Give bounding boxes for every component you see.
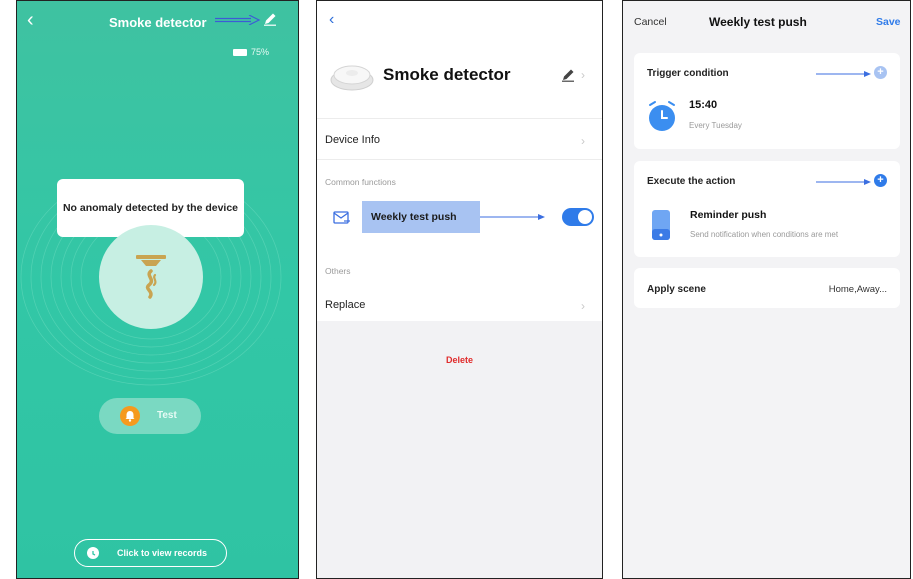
replace-label: Replace (325, 299, 366, 311)
add-condition-icon[interactable]: + (874, 66, 887, 79)
apply-scene-value: Home,Away... (828, 284, 887, 295)
clock-icon (87, 547, 99, 559)
weekly-test-push-item[interactable]: Weekly test push (362, 201, 480, 233)
divider (317, 159, 602, 160)
annotation-arrow-icon (480, 214, 545, 220)
chevron-right-icon: › (581, 299, 585, 313)
phone-notification-icon (652, 210, 670, 240)
apply-scene-label: Apply scene (647, 284, 706, 295)
smoke-detector-icon (136, 255, 166, 299)
device-name: Smoke detector (383, 65, 511, 84)
weekly-test-toggle[interactable] (562, 208, 594, 226)
toggle-knob (578, 210, 592, 224)
annotation-arrow-icon (816, 71, 871, 77)
test-button[interactable]: Test (99, 398, 201, 434)
view-records-button[interactable]: Click to view records (74, 539, 227, 567)
mail-icon (333, 211, 350, 224)
common-functions-header: Common functions (325, 177, 396, 187)
trigger-time: 15:40 (689, 99, 718, 111)
back-icon[interactable]: ‹ (27, 9, 34, 32)
add-action-icon[interactable]: + (874, 174, 887, 187)
status-message: No anomaly detected by the device (62, 202, 239, 214)
battery-level: 75% (251, 47, 270, 57)
scene-edit-screen: Cancel Weekly test push Save Trigger con… (622, 0, 911, 579)
alarm-clock-icon (649, 101, 675, 131)
reminder-push-title: Reminder push (690, 209, 767, 221)
smoke-detector-screen: ‹ Smoke detector 75% No anomaly detected… (16, 0, 299, 579)
trigger-condition-card: Trigger condition + 15:40 Every Tuesday (634, 53, 900, 149)
delete-button[interactable]: Delete (317, 355, 602, 365)
divider (317, 118, 602, 119)
cancel-button[interactable]: Cancel (634, 16, 667, 28)
others-header: Others (325, 266, 351, 276)
execute-action-card: Execute the action + Reminder push Send … (634, 161, 900, 257)
save-button[interactable]: Save (876, 16, 901, 28)
view-records-label: Click to view records (117, 548, 208, 558)
annotation-arrow-icon (816, 179, 871, 185)
annotation-arrow-icon (215, 15, 261, 25)
trigger-condition-title: Trigger condition (647, 68, 729, 79)
chevron-right-icon: › (581, 134, 585, 148)
reminder-push-description: Send notification when conditions are me… (690, 230, 839, 239)
chevron-right-icon: › (581, 68, 585, 82)
test-label: Test (157, 410, 177, 421)
edit-icon[interactable] (263, 12, 277, 26)
device-image (330, 65, 374, 91)
back-icon[interactable]: ‹ (329, 11, 334, 29)
edit-icon[interactable] (561, 68, 575, 82)
page-title: Weekly test push (709, 15, 807, 29)
page-title: Smoke detector (109, 15, 207, 30)
apply-scene-row[interactable]: Apply scene Home,Away... (634, 268, 900, 308)
battery-status: 75% (233, 47, 269, 57)
device-settings-screen: ‹ Smoke detector › Device Info › Common … (316, 0, 603, 579)
bell-icon (120, 406, 140, 426)
trigger-frequency: Every Tuesday (689, 121, 742, 130)
device-info-label: Device Info (325, 134, 381, 146)
execute-action-title: Execute the action (647, 176, 736, 187)
settings-panel (317, 1, 602, 321)
battery-icon (233, 48, 247, 56)
weekly-test-label: Weekly test push (371, 211, 457, 223)
